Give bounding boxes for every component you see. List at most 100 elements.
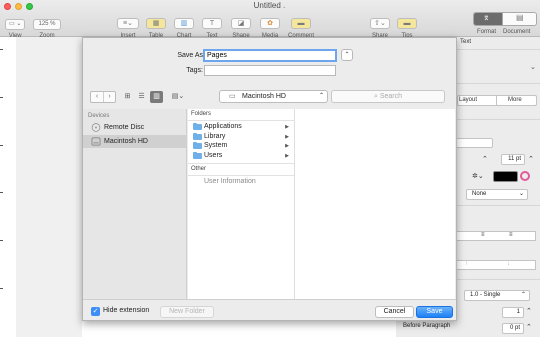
font-size-stepper-icon[interactable]: ⌃	[482, 155, 488, 163]
sidebar-item-label: Macintosh HD	[104, 138, 148, 145]
view-menu-button[interactable]: ▭ ⌄ View	[5, 12, 26, 39]
save-button[interactable]: Save	[416, 306, 453, 318]
text-mark	[0, 192, 3, 193]
browser-column-2[interactable]	[295, 109, 455, 299]
font-family-popup[interactable]	[455, 138, 493, 148]
list-view-button[interactable]: ☰	[135, 91, 148, 103]
insert-button[interactable]: ≡⌄ Insert	[116, 12, 140, 39]
column-view-button[interactable]: ▥	[150, 91, 163, 103]
font-size-arrows-icon[interactable]: ⌃	[528, 155, 534, 163]
text-mark	[0, 49, 3, 50]
layout-tab[interactable]: Layout	[459, 97, 477, 103]
paragraph-style-value: None	[472, 191, 487, 197]
stepper-icon[interactable]: ⌃	[526, 323, 532, 331]
color-wheel-icon[interactable]	[520, 171, 530, 181]
divider	[188, 120, 295, 121]
text-mark	[0, 97, 3, 98]
hide-extension-checkbox[interactable]: ✓	[91, 307, 100, 316]
new-folder-button[interactable]: New Folder	[160, 306, 214, 318]
document-label: Document	[503, 29, 531, 35]
format-label: Format	[477, 29, 497, 35]
window-title[interactable]: Untitled ⌄	[0, 1, 540, 10]
location-value: Macintosh HD	[242, 93, 286, 100]
divider	[456, 205, 540, 206]
chevron-down-icon[interactable]: ⌄	[530, 63, 536, 71]
dialog-sidebar: Devices Remote Disc Macintosh HD	[83, 109, 187, 299]
gallery-view-menu[interactable]: ▤⌄	[169, 91, 187, 103]
tips-button[interactable]: ▬ Tips	[396, 12, 418, 39]
folder-label: Library	[204, 133, 226, 140]
font-size-field[interactable]: 11 pt	[501, 154, 525, 165]
location-popup[interactable]: ▭ Macintosh HD ⌃	[219, 90, 328, 103]
before-paragraph-field[interactable]: 0 pt	[502, 323, 524, 334]
insert-icon: ≡⌄	[117, 18, 139, 29]
disc-icon	[91, 123, 101, 132]
spacing-field[interactable]: 1	[502, 307, 524, 318]
folder-icon	[193, 123, 202, 130]
stepper-icon[interactable]: ⌃	[526, 307, 532, 315]
media-button[interactable]: ✿ Media	[259, 12, 281, 39]
paragraph-style-popup[interactable]: None ⌄	[466, 189, 528, 200]
sidebar-item-remote-disc[interactable]: Remote Disc	[83, 121, 187, 134]
save-as-field[interactable]: Pages	[203, 49, 337, 62]
list-item[interactable]: Applications ▶	[192, 122, 296, 132]
arrow-down-icon: ↓	[507, 261, 510, 267]
list-item[interactable]: User Information	[192, 177, 296, 187]
vertical-align-segmented[interactable]: ↑ ↓	[456, 260, 536, 270]
divider	[496, 95, 497, 106]
back-button[interactable]: ‹	[91, 92, 103, 102]
search-icon: ⌕	[373, 93, 378, 100]
document-segment[interactable]: ▤	[502, 13, 536, 25]
alignment-segmented[interactable]: ≡ ≡	[456, 231, 536, 241]
text-color-well[interactable]	[493, 171, 518, 182]
disclosure-arrow-icon: ▶	[285, 124, 289, 130]
line-spacing-value: 1.0 - Single	[470, 292, 501, 298]
format-segment[interactable]: ⌆	[474, 13, 502, 25]
share-button[interactable]: ⇧⌄ Share	[369, 12, 391, 39]
browser-column-1: Folders Applications ▶ Library ▶ System …	[188, 109, 295, 299]
cancel-button[interactable]: Cancel	[375, 306, 414, 318]
hard-drive-icon	[91, 137, 101, 146]
zoom-popup[interactable]: 125 % Zoom	[33, 12, 61, 39]
table-button[interactable]: ▦ Table	[145, 12, 167, 39]
list-item[interactable]: System ▶	[192, 141, 296, 151]
chart-icon: ▥	[174, 18, 194, 29]
line-spacing-popup[interactable]: 1.0 - Single ⌃	[464, 290, 530, 301]
list-item[interactable]: Users ▶	[192, 151, 296, 161]
icon-view-button[interactable]: ⊞	[121, 91, 134, 103]
sidebar-item-macintosh-hd[interactable]: Macintosh HD	[83, 135, 187, 148]
shape-icon: ◪	[231, 18, 251, 29]
sidebar-item-label: Remote Disc	[104, 124, 145, 131]
search-placeholder: Search	[379, 93, 403, 100]
shape-button[interactable]: ◪ Shape	[229, 12, 253, 39]
folders-header: Folders	[191, 111, 212, 117]
text-mark	[0, 240, 3, 241]
document-icon: ▤	[516, 13, 524, 22]
other-item-label: User Information	[204, 178, 256, 185]
disk-icon: ▭	[229, 93, 236, 100]
expand-dialog-button[interactable]: ⌃	[341, 49, 353, 61]
document-page-edge	[0, 37, 16, 337]
text-button[interactable]: T Text	[201, 12, 223, 39]
tags-label: Tags:	[186, 67, 203, 74]
chevron-down-icon: ⌄	[518, 191, 524, 197]
comment-button[interactable]: ▬ Comment	[286, 12, 316, 39]
text-mark	[0, 145, 3, 146]
disclosure-arrow-icon: ▶	[285, 143, 289, 149]
search-field[interactable]: ⌕ Search	[331, 90, 445, 103]
gear-icon[interactable]: ✲⌄	[472, 172, 484, 180]
more-tab[interactable]: More	[508, 97, 522, 103]
folder-label: Users	[204, 152, 223, 159]
divider	[456, 83, 540, 84]
folder-icon	[193, 152, 202, 159]
chart-button[interactable]: ▥ Chart	[173, 12, 195, 39]
tags-field[interactable]	[204, 65, 336, 76]
divider	[188, 163, 295, 164]
window-toolbar: Untitled ⌄ ▭ ⌄ View 125 % Zoom ≡⌄ Insert…	[0, 0, 540, 39]
forward-button[interactable]: ›	[103, 92, 115, 102]
paintbrush-icon: ⌆	[483, 13, 490, 22]
divider	[188, 175, 295, 176]
back-forward-group: ‹ ›	[90, 91, 116, 103]
inspector-text-tab[interactable]: Text	[460, 39, 471, 45]
folder-icon	[193, 142, 202, 149]
